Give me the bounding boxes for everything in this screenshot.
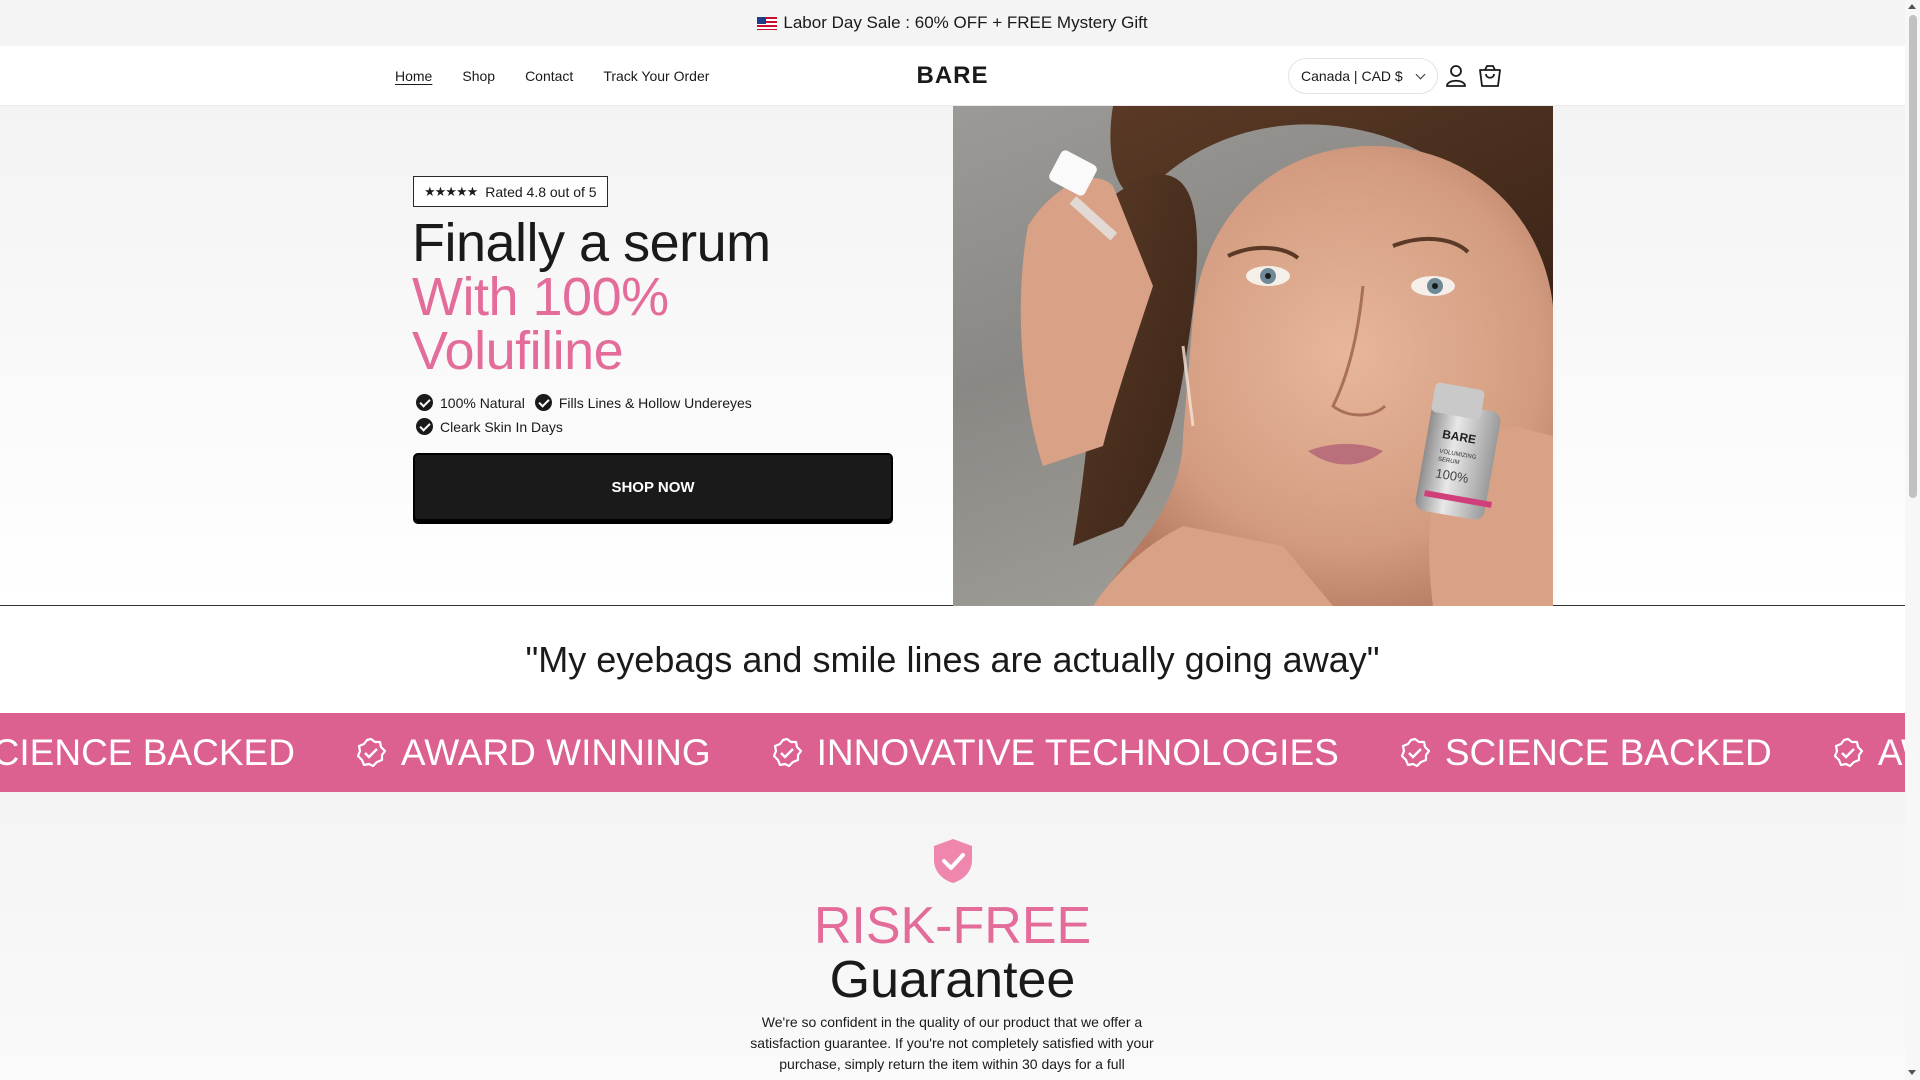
check-badge-icon	[772, 737, 802, 767]
hero-image: BARE VOLUMIZING SERUM 100%	[953, 106, 1553, 606]
marquee-track: SCIENCE BACKED AWARD WINNING INNOVATIVE …	[0, 713, 1905, 792]
chevron-down-icon	[1415, 69, 1426, 79]
scroll-down-arrow-icon[interactable]	[1908, 1070, 1916, 1075]
scroll-up-arrow-icon[interactable]	[1908, 4, 1916, 9]
check-circle-icon	[416, 418, 433, 435]
marquee-label: AWARD WINNING	[400, 731, 711, 773]
user-icon[interactable]	[1442, 62, 1470, 90]
check-circle-icon	[534, 394, 552, 411]
check-badge-icon	[1833, 737, 1863, 767]
marquee-item: INNOVATIVE TECHNOLOGIES	[771, 732, 1339, 774]
benefit-list: 100% Natural Fills Lines & Hollow Undere…	[416, 394, 752, 442]
scroll-thumb[interactable]	[1909, 15, 1917, 498]
shield-check-icon	[934, 839, 972, 883]
logo-container: BARE	[0, 46, 1905, 106]
announcement-bar: Labor Day Sale : 60% OFF + FREE Mystery …	[0, 0, 1905, 46]
cart-icon[interactable]	[1476, 62, 1504, 90]
check-circle-icon	[416, 394, 433, 411]
headline-line-1: Finally a serum	[412, 213, 771, 273]
main-nav: Home Shop Contact Track Your Order	[395, 46, 709, 106]
shop-now-button[interactable]: SHOP NOW	[413, 453, 893, 521]
benefit-label: Cleark Skin In Days	[440, 418, 563, 435]
logo[interactable]: BARE	[916, 62, 988, 90]
benefit-item: Fills Lines & Hollow Undereyes	[534, 394, 752, 411]
nav-contact[interactable]: Contact	[525, 68, 573, 84]
quote-text: "My eyebags and smile lines are actually…	[525, 639, 1380, 680]
rating-text: Rated 4.8 out of 5	[485, 183, 597, 200]
benefit-label: Fills Lines & Hollow Undereyes	[558, 394, 752, 411]
guarantee-body: We're so confident in the quality of our…	[750, 1014, 1154, 1072]
us-flag-icon	[757, 16, 778, 30]
marquee-item: AWARD WINNING	[1832, 732, 1905, 774]
guarantee-title: Guarantee	[829, 951, 1076, 1009]
marquee-item: AWARD WINNING	[355, 732, 711, 774]
currency-label: Canada | CAD $	[1301, 68, 1403, 84]
hero-section: ★★★★★ Rated 4.8 out of 5 Finally a serum…	[0, 106, 1905, 606]
check-badge-icon	[1400, 737, 1430, 767]
benefit-item: Cleark Skin In Days	[416, 418, 563, 435]
woman-applying-serum-photo: BARE VOLUMIZING SERUM 100%	[1020, 106, 1553, 606]
benefit-label: 100% Natural	[440, 394, 525, 411]
rating-badge: ★★★★★ Rated 4.8 out of 5	[413, 176, 608, 207]
marquee-item: SCIENCE BACKED	[1399, 732, 1772, 774]
nav-shop[interactable]: Shop	[462, 68, 495, 84]
guarantee-title-accent: RISK-FREE	[813, 897, 1092, 955]
currency-selector[interactable]: Canada | CAD $	[1288, 58, 1438, 94]
check-badge-icon	[356, 737, 387, 767]
announcement-text: Labor Day Sale : 60% OFF + FREE Mystery …	[783, 13, 1148, 32]
marquee-label: INNOVATIVE TECHNOLOGIES	[816, 731, 1339, 773]
marquee-label: AWARD WINNING	[1877, 731, 1905, 773]
headline-line-2: With 100%	[412, 267, 669, 327]
hero-headline: Finally a serum With 100% Volufiline	[412, 216, 771, 378]
nav-track-order[interactable]: Track Your Order	[603, 68, 709, 84]
feature-marquee: SCIENCE BACKED AWARD WINNING INNOVATIVE …	[0, 713, 1905, 792]
testimonial-quote: "My eyebags and smile lines are actually…	[0, 607, 1905, 713]
marquee-label: SCIENCE BACKED	[0, 731, 295, 773]
marquee-item: SCIENCE BACKED	[0, 732, 295, 774]
marquee-label: SCIENCE BACKED	[1444, 731, 1772, 773]
headline-line-3: Volufiline	[412, 321, 624, 381]
star-rating-icon: ★★★★★	[424, 183, 478, 199]
benefit-item: 100% Natural	[416, 394, 525, 411]
site-header: Home Shop Contact Track Your Order BARE …	[0, 46, 1905, 106]
page-scrollbar[interactable]	[1905, 0, 1920, 1080]
guarantee-section: RISK-FREE Guarantee We're so confident i…	[0, 792, 1905, 1080]
nav-home[interactable]: Home	[395, 68, 432, 84]
